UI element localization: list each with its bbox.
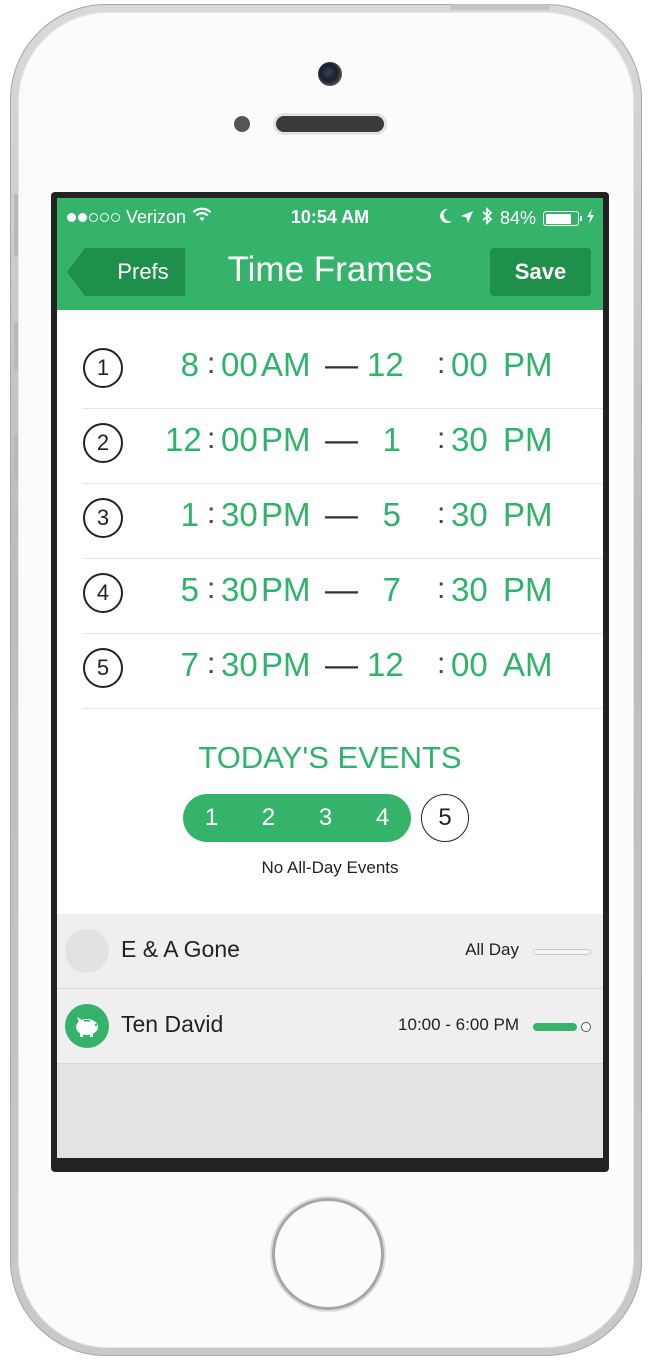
frame-selector-2[interactable]: 2 [249,804,289,832]
start-period[interactable]: PM [261,421,311,459]
start-minute[interactable]: 30 [221,496,258,534]
range-dash[interactable]: — [325,496,358,534]
start-colon[interactable]: : [207,497,215,531]
time-frame-row[interactable]: 1 8:00 AM —12:00 PM [83,334,603,409]
frame-selector-3[interactable]: 3 [306,804,346,832]
charging-bolt-icon [586,208,595,229]
end-hour[interactable]: 7 [367,571,401,609]
end-hour[interactable]: 12 [367,646,404,684]
screen-bezel: Verizon 10:54 AM 84% Prefs Time Frames S… [51,192,609,1172]
app-display: Verizon 10:54 AM 84% Prefs Time Frames S… [57,198,603,1158]
end-period[interactable]: PM [503,346,553,384]
event-name: E & A Gone [121,936,240,962]
frame-number-badge: 4 [83,573,123,613]
start-period[interactable]: AM [261,346,311,384]
front-camera [318,62,342,86]
event-time: 10:00 - 6:00 PM [398,1015,519,1034]
start-hour[interactable]: 5 [165,571,199,609]
prefs-back-button[interactable]: Prefs [67,248,185,296]
end-period[interactable]: PM [503,421,553,459]
start-minute[interactable]: 00 [221,346,258,384]
end-colon[interactable]: : [437,647,445,681]
start-minute[interactable]: 30 [221,571,258,609]
range-dash[interactable]: — [325,646,358,684]
range-dash[interactable]: — [325,346,358,384]
event-time: All Day [465,940,519,959]
end-period[interactable]: PM [503,571,553,609]
end-minute[interactable]: 30 [451,421,488,459]
end-minute[interactable]: 30 [451,496,488,534]
end-period[interactable]: PM [503,496,553,534]
start-colon[interactable]: : [207,422,215,456]
start-period[interactable]: PM [261,496,311,534]
frame-number-badge: 3 [83,498,123,538]
piggy-bank-icon [65,1004,109,1048]
event-progress-track [533,949,591,955]
moon-icon [439,208,453,229]
status-bar: Verizon 10:54 AM 84% [57,198,603,238]
time-frame-list: 1 8:00 AM —12:00 PM 2 12:00 PM —1:30 PM 3 1:30 PM —… [57,334,603,709]
end-colon[interactable]: : [437,497,445,531]
start-colon[interactable]: : [207,647,215,681]
earpiece-speaker [276,116,384,132]
end-minute[interactable]: 00 [451,646,488,684]
frame-number-badge: 5 [83,648,123,688]
blank-circle-icon [65,929,109,973]
frame-selector-1[interactable]: 1 [192,804,232,832]
selected-frames-pill[interactable]: 1 2 3 4 [183,794,411,842]
start-minute[interactable]: 00 [221,421,258,459]
event-list: E & A Gone All Day Ten David 10:00 - 6:0… [57,914,603,1158]
start-colon[interactable]: : [207,347,215,381]
location-arrow-icon [460,208,474,229]
end-hour[interactable]: 1 [367,421,401,459]
proximity-sensor [234,116,250,132]
header: Verizon 10:54 AM 84% Prefs Time Frames S… [57,198,603,310]
battery-percent: 84% [499,208,536,228]
page-title: Time Frames [227,250,433,289]
end-minute[interactable]: 00 [451,346,488,384]
frame-selector-5[interactable]: 5 [421,794,469,842]
time-frame-row[interactable]: 4 5:30 PM —7:30 PM [83,559,603,634]
battery-icon [543,211,582,226]
event-progress-fill [533,1023,577,1031]
start-hour[interactable]: 12 [165,421,202,459]
end-hour[interactable]: 5 [367,496,401,534]
event-progress-end-marker [581,1022,591,1032]
event-row[interactable]: E & A Gone All Day [57,914,603,989]
start-hour[interactable]: 7 [165,646,199,684]
end-colon[interactable]: : [437,572,445,606]
start-hour[interactable]: 1 [165,496,199,534]
sleep-button [450,4,550,10]
start-period[interactable]: PM [261,571,311,609]
time-frame-row[interactable]: 2 12:00 PM —1:30 PM [83,409,603,484]
event-name: Ten David [121,1011,224,1037]
range-dash[interactable]: — [325,421,358,459]
event-row[interactable]: Ten David 10:00 - 6:00 PM [57,989,603,1064]
start-period[interactable]: PM [261,646,311,684]
start-minute[interactable]: 30 [221,646,258,684]
time-frame-row[interactable]: 5 7:30 PM —12:00 AM [83,634,603,709]
end-colon[interactable]: : [437,347,445,381]
frame-selector-4[interactable]: 4 [363,804,403,832]
frame-number-badge: 1 [83,348,123,388]
start-colon[interactable]: : [207,572,215,606]
todays-events-title: TODAY'S EVENTS [198,740,462,775]
end-hour[interactable]: 12 [367,346,404,384]
navigation-bar: Prefs Time Frames Save [57,242,603,298]
time-frame-row[interactable]: 3 1:30 PM —5:30 PM [83,484,603,559]
no-all-day-events-label: No All-Day Events [261,858,399,877]
start-hour[interactable]: 8 [165,346,199,384]
range-dash[interactable]: — [325,571,358,609]
end-period[interactable]: AM [503,646,553,684]
home-button[interactable] [272,1198,384,1310]
save-button[interactable]: Save [490,248,591,296]
end-minute[interactable]: 30 [451,571,488,609]
end-colon[interactable]: : [437,422,445,456]
frame-number-badge: 2 [83,423,123,463]
bluetooth-icon [481,206,493,230]
